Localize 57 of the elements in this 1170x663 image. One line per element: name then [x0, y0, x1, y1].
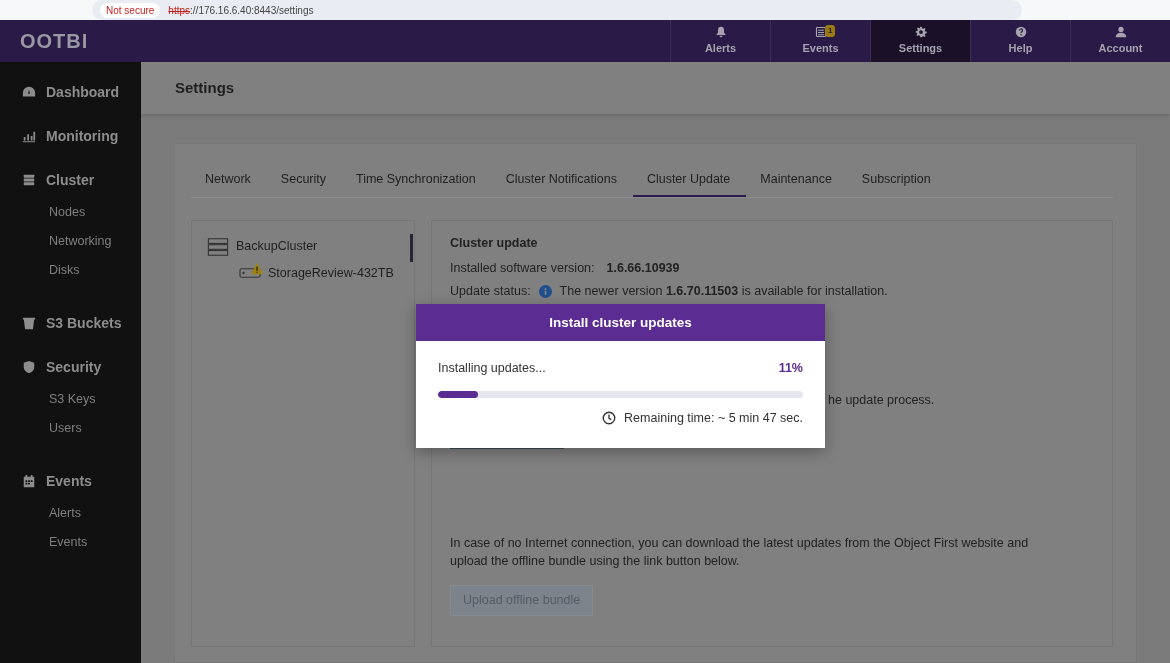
person-icon	[1114, 25, 1127, 38]
sidebar-subitem[interactable]: Nodes	[0, 198, 141, 227]
clock-icon	[602, 411, 617, 426]
sidebar-item[interactable]: Dashboard	[0, 80, 141, 104]
sidebar-subitem[interactable]: Events	[0, 528, 141, 557]
progress-percent: 11%	[778, 360, 803, 377]
list-icon	[814, 25, 827, 38]
page-title: Settings	[141, 62, 1170, 114]
field-label: Installed software version:	[450, 259, 595, 277]
url-text: ://176.16.6.40:8443/settings	[190, 3, 314, 18]
shield-icon	[22, 360, 36, 374]
progress-label: Installing updates...	[438, 360, 546, 377]
tab[interactable]: Cluster Update	[632, 166, 747, 197]
scrollbar[interactable]	[410, 233, 413, 262]
sidebar-subitem[interactable]: S3 Keys	[0, 385, 141, 414]
tree-node[interactable]: StorageReview-432TB	[268, 263, 394, 283]
server-icon	[22, 173, 36, 187]
drive-icon	[238, 268, 262, 279]
sidebar-subitem[interactable]: Networking	[0, 227, 141, 256]
field-value: 1.6.66.10939	[606, 259, 680, 277]
logo: OOTBI	[19, 29, 89, 54]
tab[interactable]: Security	[266, 166, 342, 197]
tab[interactable]: Maintenance	[746, 166, 848, 197]
field-label: Update status:	[450, 282, 531, 300]
url-scheme: https	[168, 3, 191, 18]
bar-chart-icon	[22, 129, 36, 143]
section-heading: Cluster update	[450, 234, 539, 252]
settings-icon	[914, 25, 927, 38]
calendar-icon	[22, 474, 36, 488]
sidebar-subitem[interactable]: Disks	[0, 256, 141, 285]
help-icon	[1014, 25, 1027, 38]
tab[interactable]: Time Synchronization	[342, 166, 492, 197]
sidebar-item[interactable]: Security	[0, 355, 141, 379]
modal-title: Install cluster updates	[416, 304, 825, 341]
sidebar-subitem[interactable]: Users	[0, 414, 141, 443]
sidebar-subitem[interactable]: Alerts	[0, 499, 141, 528]
server-icon	[206, 235, 230, 258]
address-bar[interactable]: Not secure https://176.16.6.40:8443/settings	[92, 0, 1022, 20]
tree-node[interactable]: BackupCluster	[236, 237, 318, 257]
tab[interactable]: Network	[191, 166, 267, 197]
tab[interactable]: Cluster Notifications	[491, 166, 633, 197]
bell-icon	[714, 25, 727, 38]
update-note: he update process.	[828, 391, 936, 409]
info-icon	[538, 284, 552, 298]
nav-item[interactable]: Settings	[870, 20, 970, 62]
gauge-icon	[22, 85, 36, 99]
count-badge: 1	[825, 25, 836, 37]
bucket-icon	[22, 316, 36, 330]
sidebar-item[interactable]: Cluster	[0, 168, 141, 192]
sidebar-item[interactable]: Monitoring	[0, 124, 141, 148]
sidebar-item[interactable]: S3 Buckets	[0, 311, 141, 335]
tab[interactable]: Subscription	[847, 166, 947, 197]
offline-note: In case of no Internet connection, you can download the latest updates from the Object First website and upload the offline bundle using the link button below.	[450, 534, 1030, 570]
security-warning[interactable]: Not secure	[100, 2, 161, 18]
status-message: The newer version 1.6.70.11503 is available for installation.	[559, 282, 888, 300]
remaining-time: Remaining time: ~ 5 min 47 sec.	[624, 409, 803, 427]
sidebar-item[interactable]: Events	[0, 469, 141, 493]
